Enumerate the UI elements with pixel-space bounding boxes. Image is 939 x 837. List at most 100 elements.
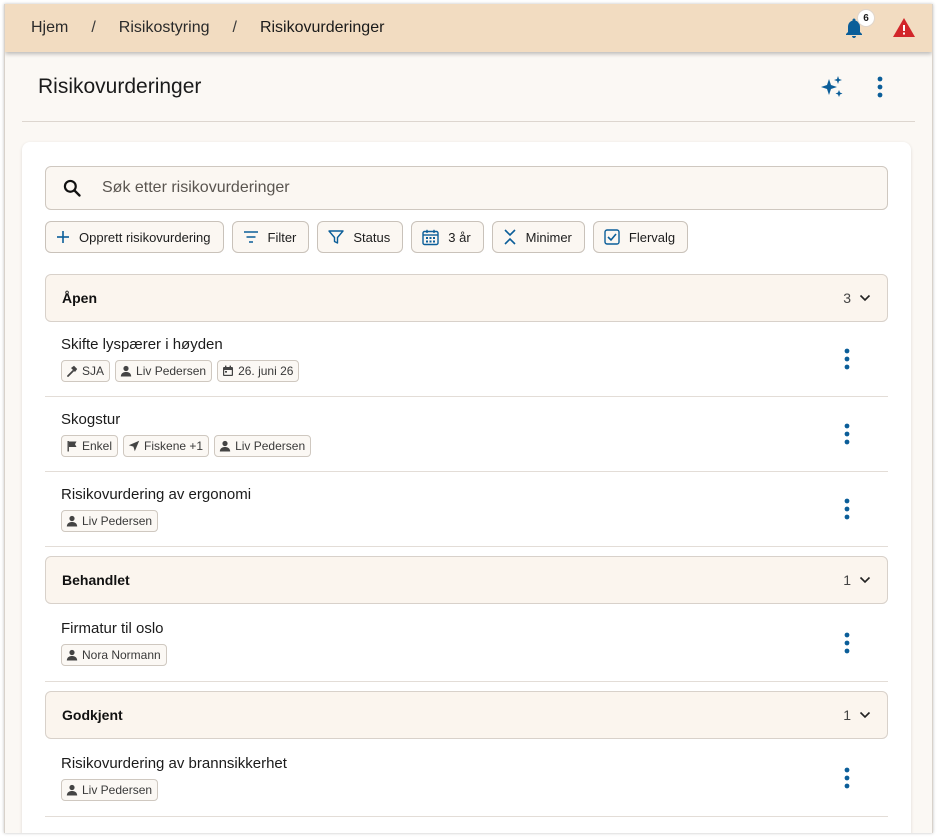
list-item-body: Risikovurdering av ergonomi Liv Pedersen <box>61 486 834 532</box>
group-title: Behandlet <box>62 572 130 588</box>
chip-label: 26. juni 26 <box>238 364 294 378</box>
list-item[interactable]: Skifte lyspærer i høyden SJA Liv Pederse… <box>45 322 888 397</box>
hammer-icon <box>67 365 78 377</box>
item-more-menu-button[interactable] <box>834 419 860 449</box>
breadcrumb-separator: / <box>232 19 237 36</box>
person-icon <box>66 649 78 660</box>
create-risk-assessment-button[interactable]: Opprett risikovurdering <box>45 221 224 253</box>
collapse-icon <box>504 229 516 245</box>
more-vertical-icon <box>844 767 850 788</box>
multiselect-button[interactable]: Flervalg <box>592 221 689 253</box>
chip-label: Liv Pedersen <box>235 439 306 453</box>
type-chip: SJA <box>61 360 111 382</box>
breadcrumb-risk-management[interactable]: Risikostyring <box>119 19 210 37</box>
chip-label: SJA <box>82 364 105 378</box>
funnel-icon <box>328 230 345 244</box>
status-button[interactable]: Status <box>317 221 404 253</box>
location-arrow-icon <box>128 440 140 452</box>
filter-button[interactable]: Filter <box>231 221 310 253</box>
group-count: 3 <box>843 290 851 306</box>
chevron-down-icon <box>859 294 871 302</box>
list-item-body: Skifte lyspærer i høyden SJA Liv Pederse… <box>61 336 834 382</box>
date-chip: 26. juni 26 <box>217 360 300 382</box>
list-item-chips: Nora Normann <box>61 643 834 666</box>
chevron-down-icon <box>859 576 871 584</box>
list-item[interactable]: Firmatur til oslo Nora Normann <box>45 604 888 682</box>
level-chip: Enkel <box>61 435 119 457</box>
topbar-actions: 6 <box>842 10 932 40</box>
group-open: Åpen 3 Skifte lyspærer i høyden SJA Liv … <box>45 274 888 547</box>
page-more-menu-button[interactable] <box>867 74 893 100</box>
app-window: Hjem / Risikostyring / Risikovurderinger… <box>4 4 933 833</box>
list-item-body: Risikovurdering av brannsikkerhet Liv Pe… <box>61 755 834 801</box>
owner-chip: Liv Pedersen <box>61 778 159 801</box>
filter-button-label: Filter <box>267 229 297 245</box>
list-item[interactable]: Risikovurdering av brannsikkerhet Liv Pe… <box>45 739 888 817</box>
group-header-approved[interactable]: Godkjent 1 <box>45 691 888 739</box>
person-icon <box>219 440 231 452</box>
chip-label: Liv Pedersen <box>82 514 153 528</box>
list-item-title: Risikovurdering av ergonomi <box>61 486 252 503</box>
list-item[interactable]: Skogstur Enkel Fiskene +1 Liv Pedersen <box>45 397 888 472</box>
period-button[interactable]: 3 år <box>411 221 484 253</box>
breadcrumb: Hjem / Risikostyring / Risikovurderinger <box>31 19 384 37</box>
list-item-chips: Enkel Fiskene +1 Liv Pedersen <box>61 435 834 457</box>
notifications-button[interactable]: 6 <box>842 10 874 40</box>
calendar-icon <box>223 365 234 376</box>
minimize-button[interactable]: Minimer <box>491 221 585 253</box>
owner-chip: Liv Pedersen <box>214 435 312 457</box>
group-approved: Godkjent 1 Risikovurdering av brannsikke… <box>45 691 888 817</box>
list-item[interactable]: Risikovurdering av ergonomi Liv Pedersen <box>45 472 888 547</box>
owner-chip: Nora Normann <box>61 643 167 666</box>
item-more-menu-button[interactable] <box>834 628 860 658</box>
list-item-title: Risikovurdering av brannsikkerhet <box>61 754 287 772</box>
ai-assistant-button[interactable] <box>819 74 845 100</box>
top-bar: Hjem / Risikostyring / Risikovurderinger… <box>5 4 932 52</box>
chip-label: Liv Pedersen <box>136 364 207 378</box>
warning-button[interactable] <box>892 16 916 40</box>
list-item-chips: Liv Pedersen <box>61 510 834 532</box>
period-button-label: 3 år <box>448 229 471 245</box>
page-header: Risikovurderinger <box>22 52 915 122</box>
more-vertical-icon <box>844 348 850 370</box>
multiselect-button-label: Flervalg <box>628 229 676 245</box>
notification-count-badge: 6 <box>858 10 874 26</box>
list-item-chips: SJA Liv Pedersen 26. juni 26 <box>61 360 834 382</box>
plus-icon <box>57 231 69 243</box>
list-item-chips: Liv Pedersen <box>61 778 834 801</box>
create-button-label: Opprett risikovurdering <box>79 229 211 245</box>
chip-label: Nora Normann <box>82 647 161 662</box>
calendar-grid-icon <box>422 229 439 245</box>
item-more-menu-button[interactable] <box>834 344 860 374</box>
owner-chip: Liv Pedersen <box>61 510 159 532</box>
person-icon <box>66 515 78 527</box>
item-more-menu-button[interactable] <box>834 763 860 793</box>
chevron-down-icon <box>859 711 871 719</box>
more-vertical-icon <box>844 423 850 445</box>
chip-label: Enkel <box>82 439 113 453</box>
person-icon <box>66 784 78 795</box>
group-header-processed[interactable]: Behandlet 1 <box>45 556 888 604</box>
status-button-label: Status <box>353 229 391 245</box>
sparkles-icon <box>821 75 843 97</box>
more-vertical-icon <box>844 632 850 653</box>
list-item-title: Skogstur <box>61 411 121 428</box>
search-input[interactable] <box>102 179 802 197</box>
checkbox-icon <box>604 229 620 245</box>
minimize-button-label: Minimer <box>525 229 572 245</box>
header-actions <box>819 74 915 100</box>
group-title: Godkjent <box>62 707 123 723</box>
group-header-open[interactable]: Åpen 3 <box>45 274 888 322</box>
breadcrumb-separator: / <box>91 19 96 36</box>
flag-icon <box>67 441 77 452</box>
item-more-menu-button[interactable] <box>834 494 860 524</box>
location-chip: Fiskene +1 <box>123 435 210 457</box>
risk-assessments-card: Opprett risikovurdering Filter Status <box>22 142 911 833</box>
filter-lines-icon <box>243 231 258 243</box>
breadcrumb-home[interactable]: Hjem <box>31 19 68 37</box>
page-title: Risikovurderinger <box>38 74 202 98</box>
more-vertical-icon <box>844 498 850 520</box>
toolbar: Opprett risikovurdering Filter Status 3 … <box>45 221 888 253</box>
group-count: 1 <box>843 572 851 588</box>
list-item-body: Skogstur Enkel Fiskene +1 Liv Pedersen <box>61 411 834 457</box>
